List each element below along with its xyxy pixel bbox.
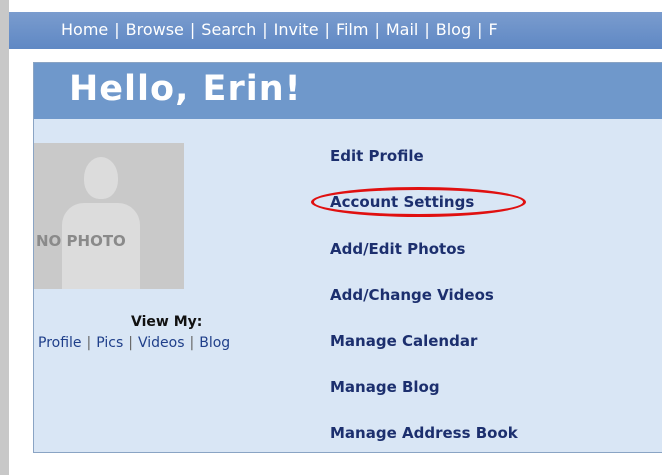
profile-panel: Hello, Erin! NO PHOTO View My: Profile | P… [33,62,662,453]
nav-item-home[interactable]: Home [61,20,108,39]
view-blog-link[interactable]: Blog [199,335,230,351]
menu-item-account-settings[interactable]: Account Settings [330,193,474,211]
no-photo-label: NO PHOTO [36,232,126,250]
nav-separator: | [374,20,380,39]
nav-links: Home | Browse | Search | Invite | Film | Mail | Blog… [61,20,498,39]
view-separator: | [86,335,92,351]
panel-header: Hello, Erin! [34,63,662,119]
view-pics-link[interactable]: Pics [96,335,123,351]
view-separator: | [189,335,195,351]
menu-item-manage-blog[interactable]: Manage Blog [330,378,440,396]
view-my-label: View My: [131,314,203,330]
nav-item-invite[interactable]: Invite [274,20,319,39]
nav-separator: | [477,20,483,39]
clipped-top-text-strip [9,0,662,12]
nav-item-blog[interactable]: Blog [436,20,471,39]
menu-item-manage-address-book[interactable]: Manage Address Book [330,424,518,442]
nav-separator: | [114,20,120,39]
nav-separator: | [189,20,196,39]
nav-item-film[interactable]: Film [336,20,369,39]
greeting-title: Hello, Erin! [69,69,302,109]
nav-item-mail[interactable]: Mail [386,20,419,39]
view-videos-link[interactable]: Videos [138,335,185,351]
menu-item-manage-calendar[interactable]: Manage Calendar [330,332,477,350]
left-gray-bar [0,0,9,475]
nav-separator: | [324,20,330,39]
silhouette-head-icon [84,157,118,199]
profile-photo-placeholder[interactable]: NO PHOTO [34,143,184,289]
nav-item-search[interactable]: Search [201,20,256,39]
view-my-links: Profile | Pics | Videos | Blog [38,335,230,351]
menu-item-edit-profile[interactable]: Edit Profile [330,147,424,165]
nav-separator: | [262,20,268,39]
top-navigation-bar: Home | Browse | Search | Invite | Film | Mail | Blog… [9,12,662,49]
view-profile-link[interactable]: Profile [38,335,82,351]
nav-item-truncated[interactable]: F [489,20,498,39]
menu-item-add-edit-photos[interactable]: Add/Edit Photos [330,240,465,258]
view-separator: | [128,335,133,351]
nav-separator: | [424,20,430,39]
nav-item-browse[interactable]: Browse [126,20,184,39]
menu-item-add-change-videos[interactable]: Add/Change Videos [330,286,494,304]
